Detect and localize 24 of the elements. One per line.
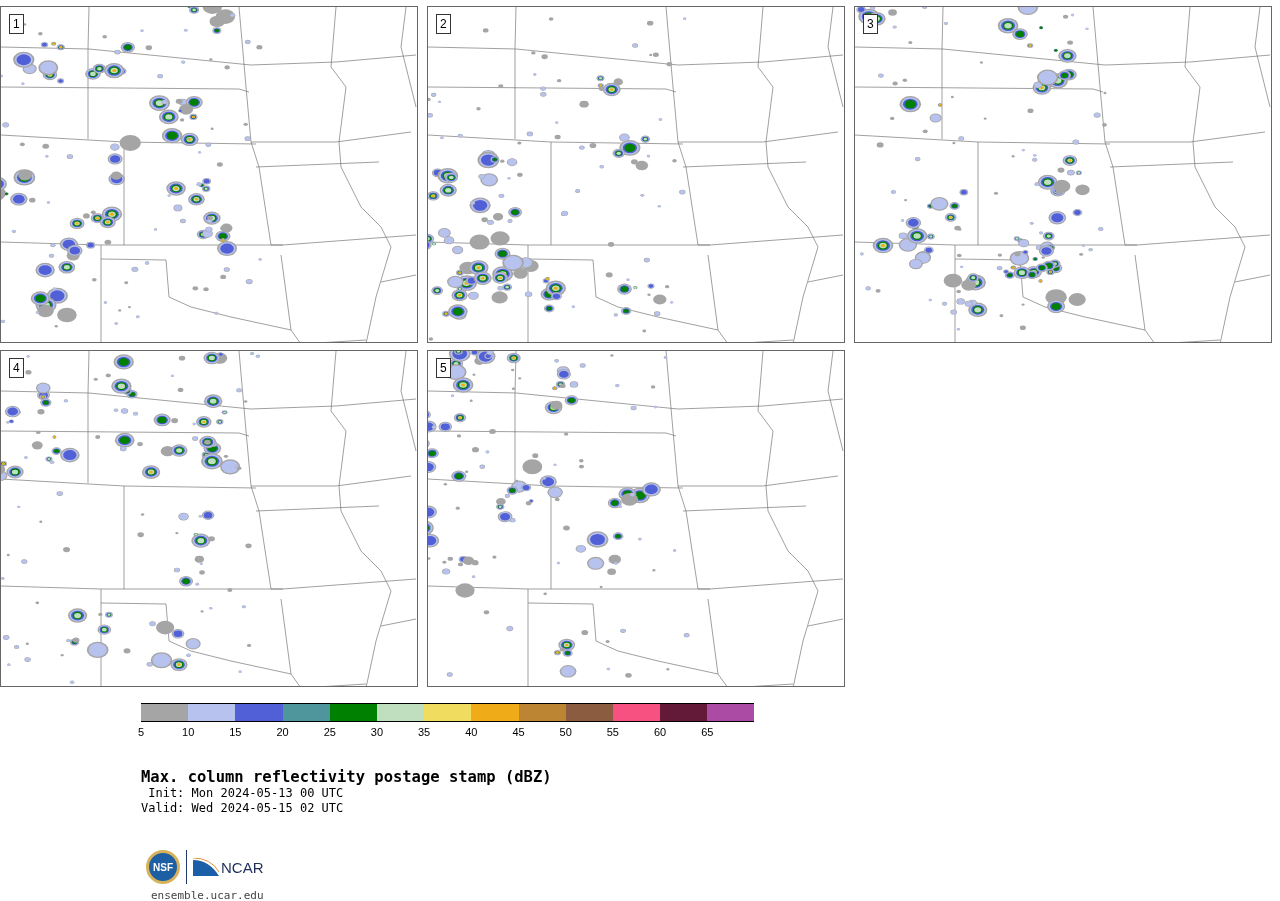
valid-time: Valid: Wed 2024-05-15 02 UTC	[141, 801, 345, 816]
panel-number: 2	[436, 14, 451, 34]
colorbar-tick-label: 50	[559, 726, 572, 738]
colorbar-tick-label: 35	[418, 726, 431, 738]
colorbar-tick-label: 65	[701, 726, 714, 738]
colorbar-tick-label: 5	[137, 726, 145, 738]
colorbar-tick-label: 60	[653, 726, 667, 738]
chart-title: Max. column reflectivity postage stamp (dBZ)	[141, 768, 553, 786]
colorbar-tick-label: 45	[512, 726, 525, 738]
init-time: Init: Mon 2024-05-13 00 UTC	[147, 786, 345, 801]
colorbar-tick-label: 15	[229, 726, 242, 738]
nsf-logo: NSF	[146, 850, 180, 884]
site-url: ensemble.ucar.edu	[151, 889, 265, 901]
ncar-logo: NCAR	[193, 858, 264, 876]
colorbar-tick-label: 20	[276, 726, 289, 738]
panel-number: 1	[9, 14, 24, 34]
panel-number: 3	[863, 14, 878, 34]
colorbar-tick-label: 30	[370, 726, 384, 738]
colorbar-tick-label: 10	[182, 726, 195, 738]
colorbar-tick-label: 40	[465, 726, 478, 738]
colorbar-tick-label: 25	[323, 726, 336, 738]
panel-number: 5	[436, 358, 451, 378]
colorbar-tick-label: 55	[606, 726, 619, 738]
panel-number: 4	[9, 358, 24, 378]
